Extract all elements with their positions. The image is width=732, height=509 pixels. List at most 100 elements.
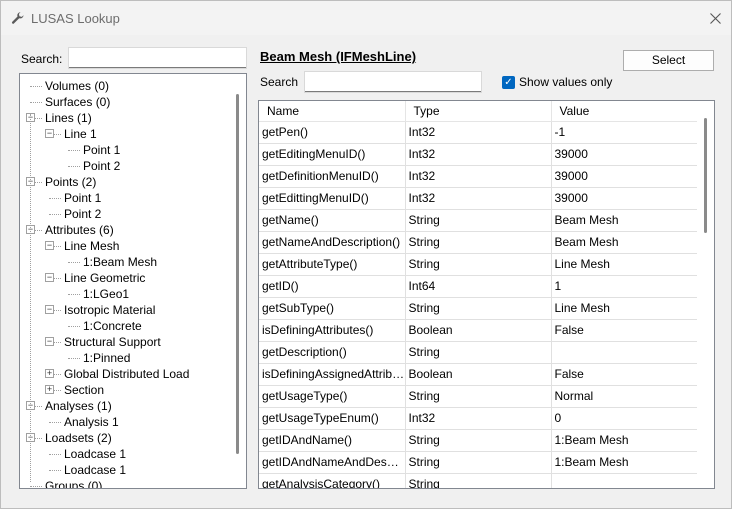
tree-item[interactable]: Isotropic Material	[64, 302, 155, 318]
table-row[interactable]: getAttributeType() String Line Mesh	[259, 253, 700, 276]
show-values-label[interactable]: Show values only	[519, 75, 612, 89]
grid-header-row: Name Type Value	[259, 101, 700, 122]
table-row[interactable]: getNameAndDescription() String Beam Mesh	[259, 231, 700, 254]
table-row[interactable]: isDefiningAssignedAttribute... Boolean Fal…	[259, 363, 700, 386]
tree-connector	[49, 454, 61, 455]
column-header-value[interactable]: Value	[551, 101, 700, 122]
tree-item[interactable]: Surfaces (0)	[45, 94, 110, 110]
table-row[interactable]: getName() String Beam Mesh	[259, 209, 700, 232]
collapse-icon[interactable]: −	[45, 129, 54, 138]
tree-item[interactable]: 1:LGeo1	[83, 286, 129, 302]
cell-name: getID()	[259, 275, 406, 298]
cell-name: getEditingMenuID()	[259, 143, 406, 166]
tree-item[interactable]: 1:Beam Mesh	[83, 254, 157, 270]
cell-type: String	[405, 297, 552, 320]
tree-item[interactable]: Structural Support	[64, 334, 161, 350]
expand-icon[interactable]: +	[45, 385, 54, 394]
tree-item[interactable]: Loadsets (2)	[45, 430, 112, 446]
tree-search-input[interactable]	[68, 47, 247, 69]
checkmark-icon: ✓	[504, 77, 513, 88]
close-icon	[709, 12, 721, 24]
tree-connector	[68, 294, 80, 295]
tree-item[interactable]: Loadcase 1	[64, 446, 126, 462]
table-row[interactable]: getID() Int64 1	[259, 275, 700, 298]
table-row[interactable]: getUsageType() String Normal	[259, 385, 700, 408]
cell-name: getUsageTypeEnum()	[259, 407, 406, 430]
title-bar: LUSAS Lookup	[1, 1, 731, 35]
table-row[interactable]: getDefinitionMenuID() Int32 39000	[259, 165, 700, 188]
tree-scrollbar-thumb[interactable]	[236, 94, 239, 454]
cell-type: String	[405, 451, 552, 474]
tree-item[interactable]: Loadcase 1	[64, 462, 126, 478]
cell-value: False	[551, 363, 700, 386]
tree-item[interactable]: Analysis 1	[64, 414, 119, 430]
cell-name: getName()	[259, 209, 406, 232]
cell-value	[551, 473, 700, 488]
cell-name: isDefiningAssignedAttribute...	[259, 363, 406, 386]
cell-type: Boolean	[405, 319, 552, 342]
tree-connector	[49, 198, 61, 199]
tree-item[interactable]: Line Mesh	[64, 238, 119, 254]
collapse-icon[interactable]: −	[45, 305, 54, 314]
cell-type: Boolean	[405, 363, 552, 386]
tree-item[interactable]: 1:Pinned	[83, 350, 130, 366]
table-row[interactable]: getSubType() String Line Mesh	[259, 297, 700, 320]
cell-value: -1	[551, 121, 700, 144]
object-tree[interactable]: Volumes (0) Surfaces (0) − Lines (1) − Line 1…	[19, 73, 247, 489]
tree-item[interactable]: Lines (1)	[45, 110, 92, 126]
tree-item[interactable]: Volumes (0)	[45, 78, 109, 94]
table-row[interactable]: getEdittingMenuID() Int32 39000	[259, 187, 700, 210]
cell-type: Int64	[405, 275, 552, 298]
properties-grid: Name Type Value getPen() Int32 -1 getEditin…	[258, 100, 715, 489]
table-row[interactable]: getDescription() String	[259, 341, 700, 364]
lusas-lookup-window: LUSAS Lookup Search: Volumes (0) Surfaces…	[0, 0, 732, 509]
window-title: LUSAS Lookup	[31, 11, 120, 26]
table-row[interactable]: getUsageTypeEnum() Int32 0	[259, 407, 700, 430]
tree-connector	[68, 326, 80, 327]
table-row[interactable]: getAnalysisCategory() String	[259, 473, 700, 488]
column-header-name[interactable]: Name	[259, 101, 406, 122]
table-row[interactable]: getIDAndName() String 1:Beam Mesh	[259, 429, 700, 452]
select-button[interactable]: Select	[623, 50, 714, 71]
expand-icon[interactable]: +	[45, 369, 54, 378]
grid-scrollbar[interactable]	[697, 101, 714, 488]
tree-item[interactable]: Attributes (6)	[45, 222, 114, 238]
tree-item[interactable]: Point 1	[83, 142, 120, 158]
cell-value: Normal	[551, 385, 700, 408]
tree-item[interactable]: Analyses (1)	[45, 398, 112, 414]
cell-type: String	[405, 473, 552, 488]
cell-type: String	[405, 231, 552, 254]
cell-name: getDescription()	[259, 341, 406, 364]
tree-item[interactable]: Section	[64, 382, 104, 398]
tree-item[interactable]: Point 2	[64, 206, 101, 222]
show-values-checkbox[interactable]: ✓	[502, 76, 515, 89]
column-header-type[interactable]: Type	[405, 101, 552, 122]
close-button[interactable]	[701, 7, 729, 29]
collapse-icon[interactable]: −	[45, 337, 54, 346]
tree-item[interactable]: Point 1	[64, 190, 101, 206]
tree-item[interactable]: Point 2	[83, 158, 120, 174]
tree-item[interactable]: Global Distributed Load	[64, 366, 189, 382]
tree-item[interactable]: Line Geometric	[64, 270, 145, 286]
cell-name: getSubType()	[259, 297, 406, 320]
cell-name: getIDAndName()	[259, 429, 406, 452]
collapse-icon[interactable]: −	[45, 273, 54, 282]
tree-connector	[68, 358, 80, 359]
tree-item[interactable]: 1:Concrete	[83, 318, 142, 334]
table-row[interactable]: getEditingMenuID() Int32 39000	[259, 143, 700, 166]
tree-search-label: Search:	[21, 52, 63, 66]
grid-scrollbar-thumb[interactable]	[704, 118, 707, 233]
collapse-icon[interactable]: −	[45, 241, 54, 250]
tree-item[interactable]: Points (2)	[45, 174, 96, 190]
tree-connector	[49, 470, 61, 471]
tree-item[interactable]: Line 1	[64, 126, 97, 142]
grid-search-input[interactable]	[304, 71, 482, 93]
table-row[interactable]: getPen() Int32 -1	[259, 121, 700, 144]
table-row[interactable]: isDefiningAttributes() Boolean False	[259, 319, 700, 342]
table-row[interactable]: getIDAndNameAndDescrip... String 1:Beam Me…	[259, 451, 700, 474]
tree-item[interactable]: Groups (0)	[45, 478, 102, 488]
cell-type: String	[405, 209, 552, 232]
cell-type: Int32	[405, 407, 552, 430]
cell-value: 1:Beam Mesh	[551, 429, 700, 452]
tree-scrollbar[interactable]	[229, 74, 246, 488]
